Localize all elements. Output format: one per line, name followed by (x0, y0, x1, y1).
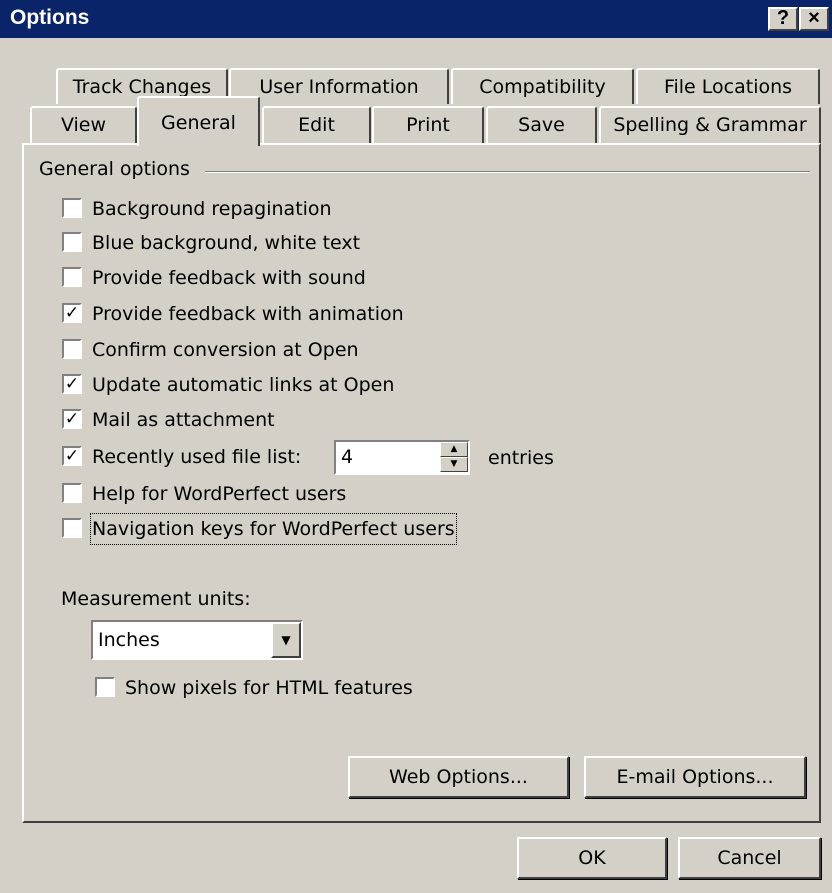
checkbox[interactable] (62, 267, 82, 287)
option-label: Update automatic links at Open (92, 374, 395, 396)
option-label: Show pixels for HTML features (125, 677, 413, 699)
option-label: Recently used file list: (92, 446, 302, 468)
email-options-button[interactable]: E-mail Options... (584, 756, 806, 798)
web-options-button[interactable]: Web Options... (348, 756, 569, 798)
option-label: Confirm conversion at Open (92, 339, 359, 361)
group-label-general-options: General options (39, 158, 190, 180)
tab-view[interactable]: View (30, 106, 137, 144)
spin-down-icon[interactable]: ▼ (440, 457, 468, 472)
tab-save[interactable]: Save (486, 106, 597, 144)
checkbox[interactable]: ✓ (62, 303, 82, 323)
option-label: Help for WordPerfect users (92, 483, 347, 505)
recent-files-count-spinner[interactable]: 4 ▲ ▼ (334, 440, 470, 475)
close-button[interactable]: × (799, 7, 829, 31)
checkbox[interactable] (62, 198, 82, 218)
option-label: Blue background, white text (92, 232, 361, 254)
measurement-units-value: Inches (98, 629, 160, 651)
checkbox[interactable]: ✓ (62, 409, 82, 429)
option-label: Navigation keys for WordPerfect users (90, 513, 457, 545)
option-label: Provide feedback with animation (92, 303, 404, 325)
option-label: Provide feedback with sound (92, 267, 366, 289)
checkbox[interactable] (62, 483, 82, 503)
group-divider (205, 171, 810, 173)
tab-spelling-grammar[interactable]: Spelling & Grammar (599, 106, 821, 144)
checkbox[interactable] (62, 339, 82, 359)
spin-up-icon[interactable]: ▲ (440, 442, 468, 457)
checkbox[interactable] (62, 232, 82, 252)
tab-print[interactable]: Print (372, 106, 484, 144)
tab-file-locations[interactable]: File Locations (636, 68, 820, 104)
window-title: Options (10, 6, 90, 29)
checkbox[interactable] (62, 518, 82, 538)
option-label: Background repagination (92, 198, 332, 220)
chevron-down-icon[interactable]: ▼ (271, 622, 301, 658)
tab-user-information[interactable]: User Information (229, 68, 449, 104)
tab-general[interactable]: General (137, 96, 260, 146)
tab-compatibility[interactable]: Compatibility (451, 68, 634, 104)
title-bar: Options ? × (0, 0, 832, 38)
checkbox[interactable]: ✓ (62, 446, 82, 466)
ok-button[interactable]: OK (517, 837, 667, 879)
entries-label: entries (488, 447, 554, 469)
cancel-button[interactable]: Cancel (678, 837, 821, 879)
measurement-units-select[interactable]: Inches ▼ (91, 620, 303, 660)
help-button[interactable]: ? (768, 7, 798, 31)
checkbox[interactable]: ✓ (62, 374, 82, 394)
measurement-units-label: Measurement units: (61, 588, 251, 610)
recent-files-count-value: 4 (341, 446, 354, 468)
checkbox[interactable] (95, 677, 115, 697)
option-label: Mail as attachment (92, 409, 275, 431)
tab-edit[interactable]: Edit (262, 106, 371, 144)
